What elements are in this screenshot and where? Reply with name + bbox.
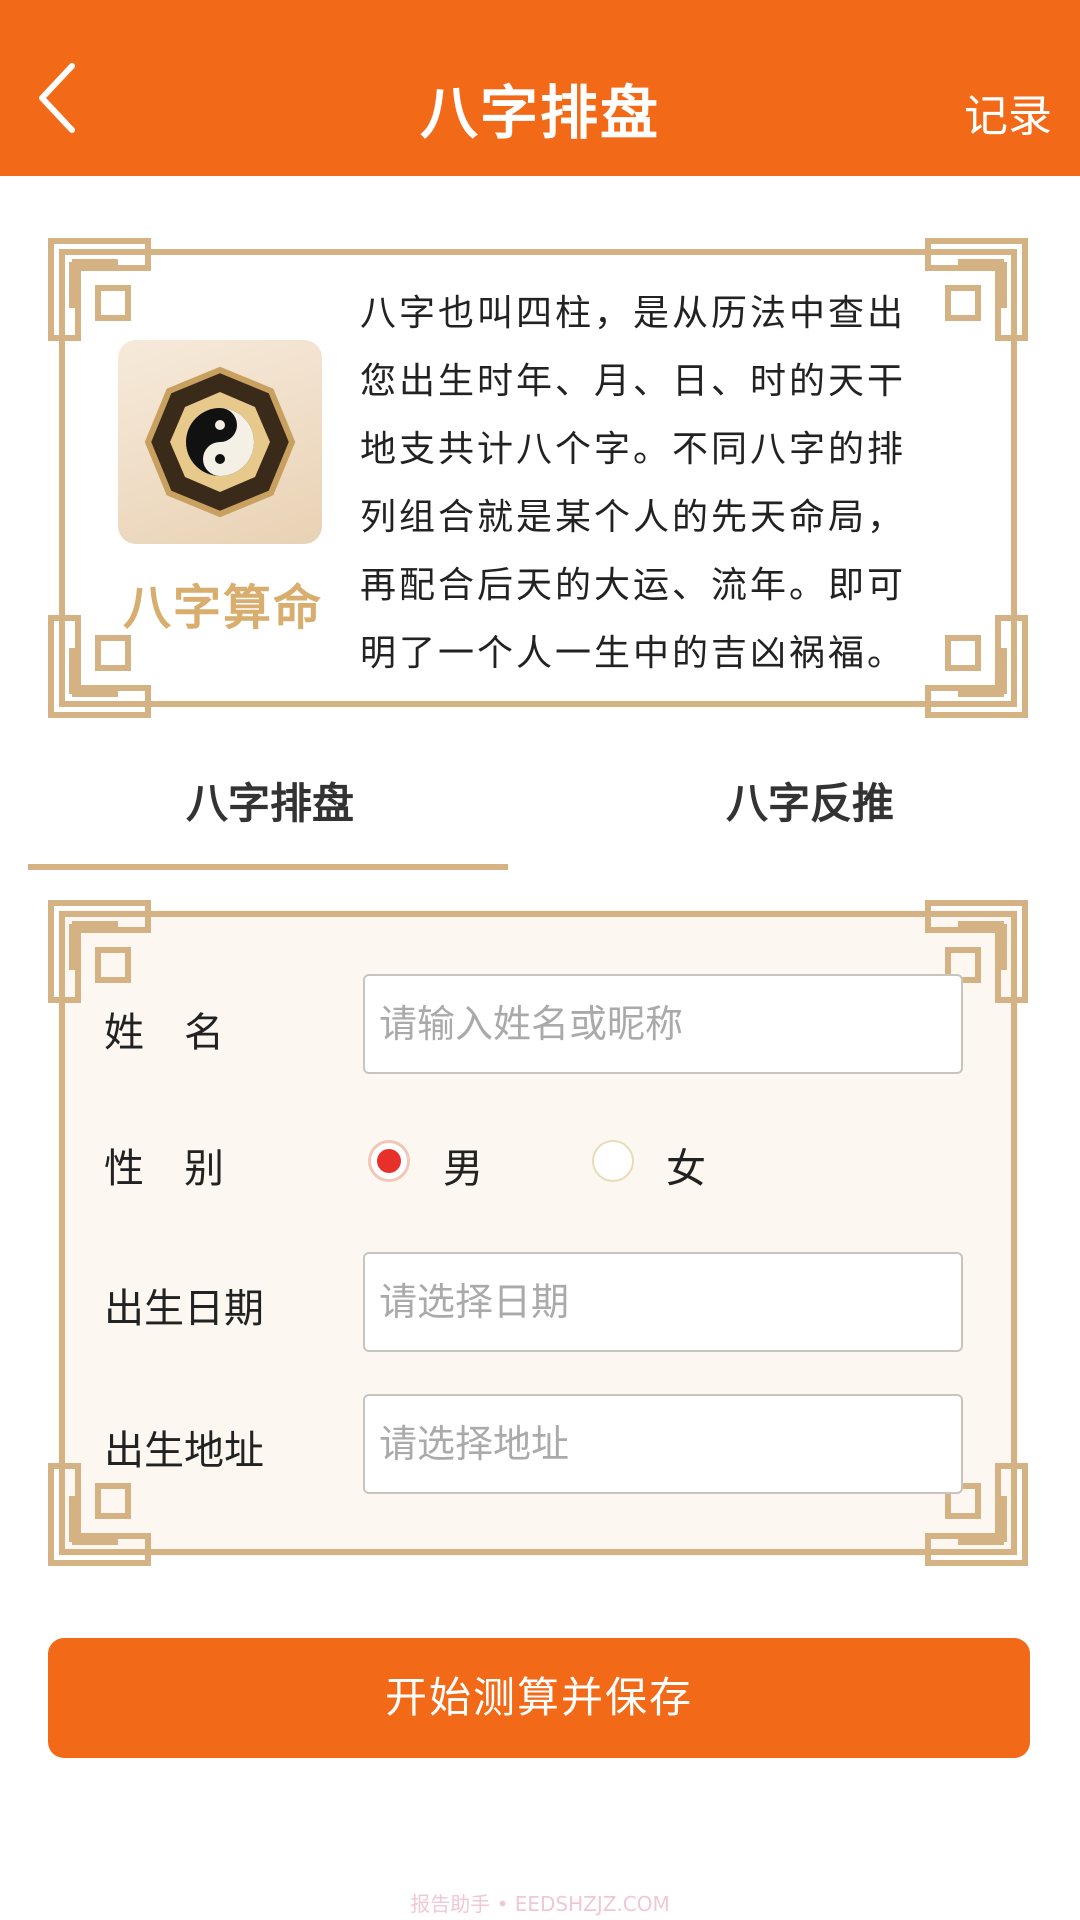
name-label: 姓 名: [104, 1010, 224, 1056]
intro-line: 再配合后天的大运、流年。即可: [360, 565, 907, 606]
birth-date-input[interactable]: 请选择日期: [363, 1252, 963, 1352]
tab-bazi-fantui[interactable]: 八字反推: [726, 770, 894, 831]
start-calculation-button[interactable]: 开始测算并保存: [48, 1638, 1030, 1758]
intro-card: 八字算命 八字也叫四柱，是从历法中查出 您出生时年、月、日、时的天干 地支共计八…: [48, 238, 1028, 718]
intro-line: 列组合就是某个人的先天命局，: [360, 497, 907, 538]
record-button[interactable]: 记录: [964, 80, 1052, 144]
app-header: 八字排盘 记录: [0, 0, 1080, 176]
logo-caption: 八字算命: [122, 580, 323, 636]
active-tab-indicator: [28, 864, 508, 870]
gender-male-radio[interactable]: [368, 1140, 410, 1182]
birth-address-input[interactable]: 请选择地址: [363, 1394, 963, 1494]
input-form-card: 姓 名 请输入姓名或昵称 性 别 男 女 出生日期 请选择日期 出生地址 请选择…: [48, 900, 1028, 1566]
bagua-logo: [118, 340, 322, 544]
intro-line: 地支共计八个字。不同八字的排: [360, 429, 907, 470]
yin-yang-bagua-icon: [144, 366, 296, 518]
birth-address-label: 出生地址: [104, 1428, 264, 1474]
tab-bazi-paipan[interactable]: 八字排盘: [186, 770, 354, 831]
page-title: 八字排盘: [419, 79, 660, 147]
intro-line: 八字也叫四柱，是从历法中查出: [360, 293, 907, 334]
name-input[interactable]: 请输入姓名或昵称: [363, 974, 963, 1074]
intro-description: 八字也叫四柱，是从历法中查出 您出生时年、月、日、时的天干 地支共计八个字。不同…: [360, 280, 990, 688]
birth-date-label: 出生日期: [104, 1286, 264, 1332]
gender-male-label[interactable]: 男: [443, 1136, 483, 1194]
gender-label: 性 别: [104, 1146, 224, 1192]
gender-female-radio[interactable]: [592, 1140, 634, 1182]
intro-line: 明了一个人一生中的吉凶祸福。: [360, 633, 907, 674]
watermark-text: 报告助手 • EEDSHZJZ.COM: [410, 1892, 670, 1916]
intro-line: 您出生时年、月、日、时的天干: [360, 361, 907, 402]
gender-female-label[interactable]: 女: [666, 1136, 706, 1194]
